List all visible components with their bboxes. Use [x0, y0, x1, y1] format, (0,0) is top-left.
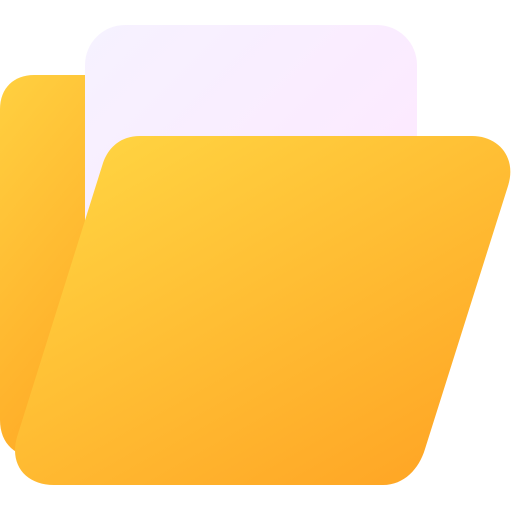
folder-graphic	[0, 25, 511, 485]
open-folder-icon	[0, 0, 512, 512]
